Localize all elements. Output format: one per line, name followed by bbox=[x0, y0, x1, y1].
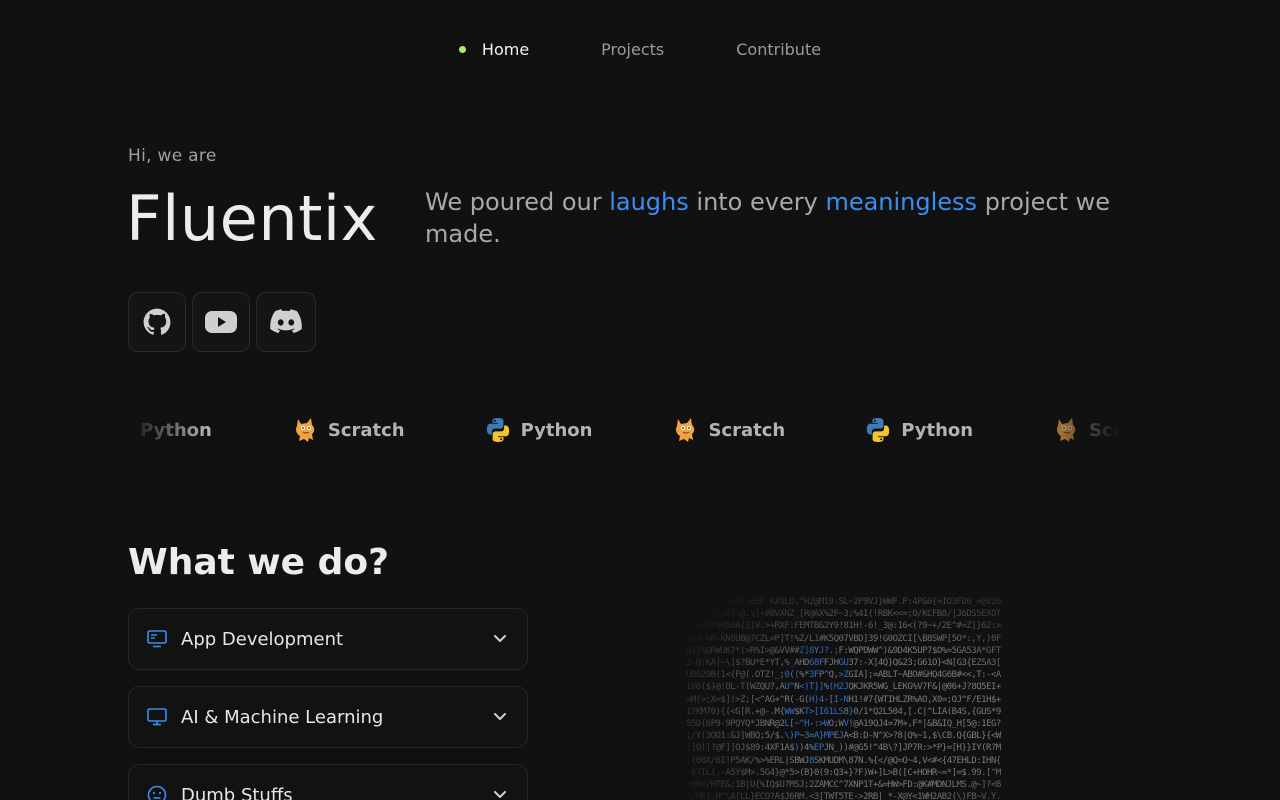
scratch-icon bbox=[295, 418, 315, 442]
active-indicator-dot bbox=[458, 45, 466, 53]
tech-label: Python bbox=[520, 419, 593, 441]
tech-label: Python bbox=[901, 419, 974, 441]
scratch-icon bbox=[1057, 418, 1076, 442]
github-icon bbox=[143, 308, 171, 335]
accordion-label: AI & Machine Learning bbox=[181, 706, 384, 728]
smiley-icon bbox=[147, 785, 167, 800]
accordion-app-development[interactable]: App Development bbox=[128, 608, 528, 670]
nav-home[interactable]: Home bbox=[458, 39, 530, 59]
tagline-highlight-meaningless: meaningless bbox=[825, 188, 978, 216]
nav-home-label: Home bbox=[481, 39, 530, 59]
tech-item-python: Python bbox=[128, 417, 212, 443]
nav-contribute-label: Contribute bbox=[736, 39, 822, 59]
tech-item-python: Python bbox=[865, 417, 973, 443]
scratch-icon bbox=[676, 418, 695, 442]
tech-track: Python Scratch Python Scratch Python Scr… bbox=[128, 408, 1120, 452]
social-links bbox=[128, 292, 316, 352]
tech-item-python: Python bbox=[485, 417, 593, 443]
app-window-icon bbox=[147, 630, 167, 648]
top-nav: Home Projects Contribute bbox=[0, 32, 1280, 66]
accordion-label: App Development bbox=[181, 628, 344, 650]
python-icon bbox=[486, 418, 509, 442]
tagline-highlight-laughs: laughs bbox=[609, 188, 689, 216]
monitor-icon bbox=[147, 708, 167, 726]
brand-title: Fluentix bbox=[126, 182, 378, 255]
tech-item-scratch: Scratch bbox=[292, 416, 405, 444]
nav-contribute[interactable]: Contribute bbox=[736, 40, 821, 59]
tech-marquee: Python Scratch Python Scratch Python Scr… bbox=[128, 408, 1120, 452]
tech-label: Scratch bbox=[708, 419, 786, 441]
discord-icon bbox=[270, 309, 302, 334]
accordion-ai-machine-learning[interactable]: AI & Machine Learning bbox=[128, 686, 528, 748]
hero-greeting: Hi, we are bbox=[128, 146, 217, 166]
github-link[interactable] bbox=[128, 292, 186, 352]
tech-item-scratch: Scratch bbox=[1053, 416, 1120, 444]
youtube-link[interactable] bbox=[192, 292, 250, 352]
tagline-part-1: We poured our bbox=[425, 188, 610, 216]
python-icon bbox=[128, 428, 129, 434]
chevron-down-icon bbox=[494, 635, 506, 642]
chevron-down-icon bbox=[494, 713, 506, 720]
nav-projects-label: Projects bbox=[601, 39, 665, 59]
tech-label: Python bbox=[140, 419, 212, 441]
tagline-part-2: into every bbox=[688, 188, 826, 216]
python-icon bbox=[867, 418, 890, 442]
accordion-label: Dumb Stuffs bbox=[181, 784, 293, 800]
tech-label: Scratch bbox=[327, 419, 405, 441]
nav-projects[interactable]: Projects bbox=[601, 40, 664, 59]
hero-tagline: We poured our laughs into every meaningl… bbox=[425, 186, 1145, 250]
tech-item-scratch: Scratch bbox=[672, 416, 785, 444]
section-title-what-we-do: What we do? bbox=[128, 542, 389, 583]
discord-link[interactable] bbox=[256, 292, 316, 352]
youtube-icon bbox=[205, 311, 237, 333]
tech-label: Scratch bbox=[1089, 419, 1120, 441]
accordion-dumb-stuffs[interactable]: Dumb Stuffs bbox=[128, 764, 528, 800]
chevron-down-icon bbox=[494, 791, 506, 798]
ascii-art-decoration: 5#HP26F:%0S}=E6P-K#5LD,^H2@M19-SL~2P9VJ}… bbox=[686, 597, 1001, 800]
